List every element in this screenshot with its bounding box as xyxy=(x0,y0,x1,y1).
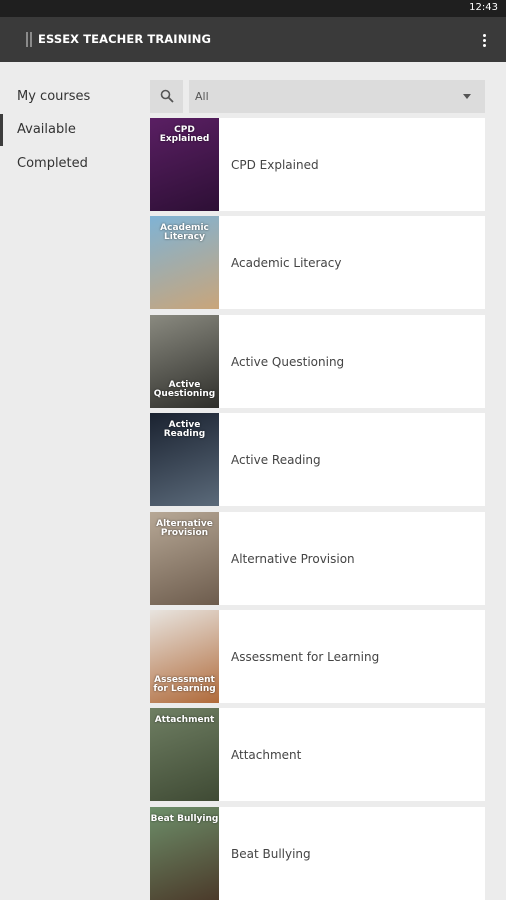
course-thumbnail: Active Reading xyxy=(150,413,219,506)
thumbnail-caption: Assessment for Learning xyxy=(153,675,216,694)
filter-row: All xyxy=(150,80,485,113)
course-card[interactable]: Attachment Attachment xyxy=(150,708,485,801)
thumbnail-caption: Attachment xyxy=(154,715,215,725)
thumbnail-caption: Beat Bullying xyxy=(150,814,219,824)
thumbnail-caption: Academic Literacy xyxy=(160,223,209,242)
course-thumbnail: Alternative Provision xyxy=(150,512,219,605)
course-card[interactable]: CPD Explained CPD Explained xyxy=(150,118,485,211)
sidebar-item-completed[interactable]: Completed xyxy=(0,148,140,180)
course-thumbnail: Beat Bullying xyxy=(150,807,219,900)
filter-value: All xyxy=(195,90,209,103)
chevron-down-icon xyxy=(463,94,471,99)
course-title: Active Questioning xyxy=(231,355,345,369)
course-thumbnail: Assessment for Learning xyxy=(150,610,219,703)
course-title: Attachment xyxy=(231,748,302,762)
course-thumbnail: Academic Literacy xyxy=(150,216,219,309)
menu-dot xyxy=(482,43,486,47)
search-icon xyxy=(160,89,174,103)
course-card[interactable]: Active Questioning Active Questioning xyxy=(150,315,485,408)
sidebar-item-my-courses[interactable]: My courses xyxy=(0,81,140,113)
thumbnail-caption: Active Reading xyxy=(163,420,206,439)
course-title: Assessment for Learning xyxy=(231,650,380,664)
course-title: Active Reading xyxy=(231,453,321,467)
sidebar-item-label: Completed xyxy=(17,156,88,171)
course-title: Alternative Provision xyxy=(231,552,355,566)
course-thumbnail: CPD Explained xyxy=(150,118,219,211)
sidebar-item-label: My courses xyxy=(17,89,91,104)
category-filter-select[interactable]: All xyxy=(189,80,485,113)
course-title: Beat Bullying xyxy=(231,847,311,861)
course-thumbnail: Active Questioning xyxy=(150,315,219,408)
course-title: Academic Literacy xyxy=(231,256,342,270)
thumbnail-caption: CPD Explained xyxy=(159,125,210,144)
drawer-handle-icon[interactable] xyxy=(26,32,32,47)
course-card[interactable]: Assessment for Learning Assessment for Le… xyxy=(150,610,485,703)
sidebar-item-label: Available xyxy=(17,122,76,137)
status-bar: 12:43 xyxy=(0,0,506,17)
course-card[interactable]: Beat Bullying Beat Bullying xyxy=(150,807,485,900)
sidebar: My courses Available Completed xyxy=(0,62,140,900)
course-card[interactable]: Alternative Provision Alternative Provisi… xyxy=(150,512,485,605)
app-bar: ESSEX TEACHER TRAINING xyxy=(0,17,506,62)
search-button[interactable] xyxy=(150,80,183,113)
status-time: 12:43 xyxy=(469,2,498,13)
course-title: CPD Explained xyxy=(231,158,319,172)
thumbnail-caption: Active Questioning xyxy=(153,380,216,399)
course-card[interactable]: Active Reading Active Reading xyxy=(150,413,485,506)
menu-dot xyxy=(482,38,486,42)
more-vert-icon[interactable] xyxy=(474,27,494,53)
thumbnail-caption: Alternative Provision xyxy=(156,519,213,538)
menu-dot xyxy=(482,33,486,37)
course-thumbnail: Attachment xyxy=(150,708,219,801)
active-indicator xyxy=(0,114,3,146)
course-card[interactable]: Academic Literacy Academic Literacy xyxy=(150,216,485,309)
sidebar-item-available[interactable]: Available xyxy=(0,114,140,146)
app-title: ESSEX TEACHER TRAINING xyxy=(38,32,212,46)
